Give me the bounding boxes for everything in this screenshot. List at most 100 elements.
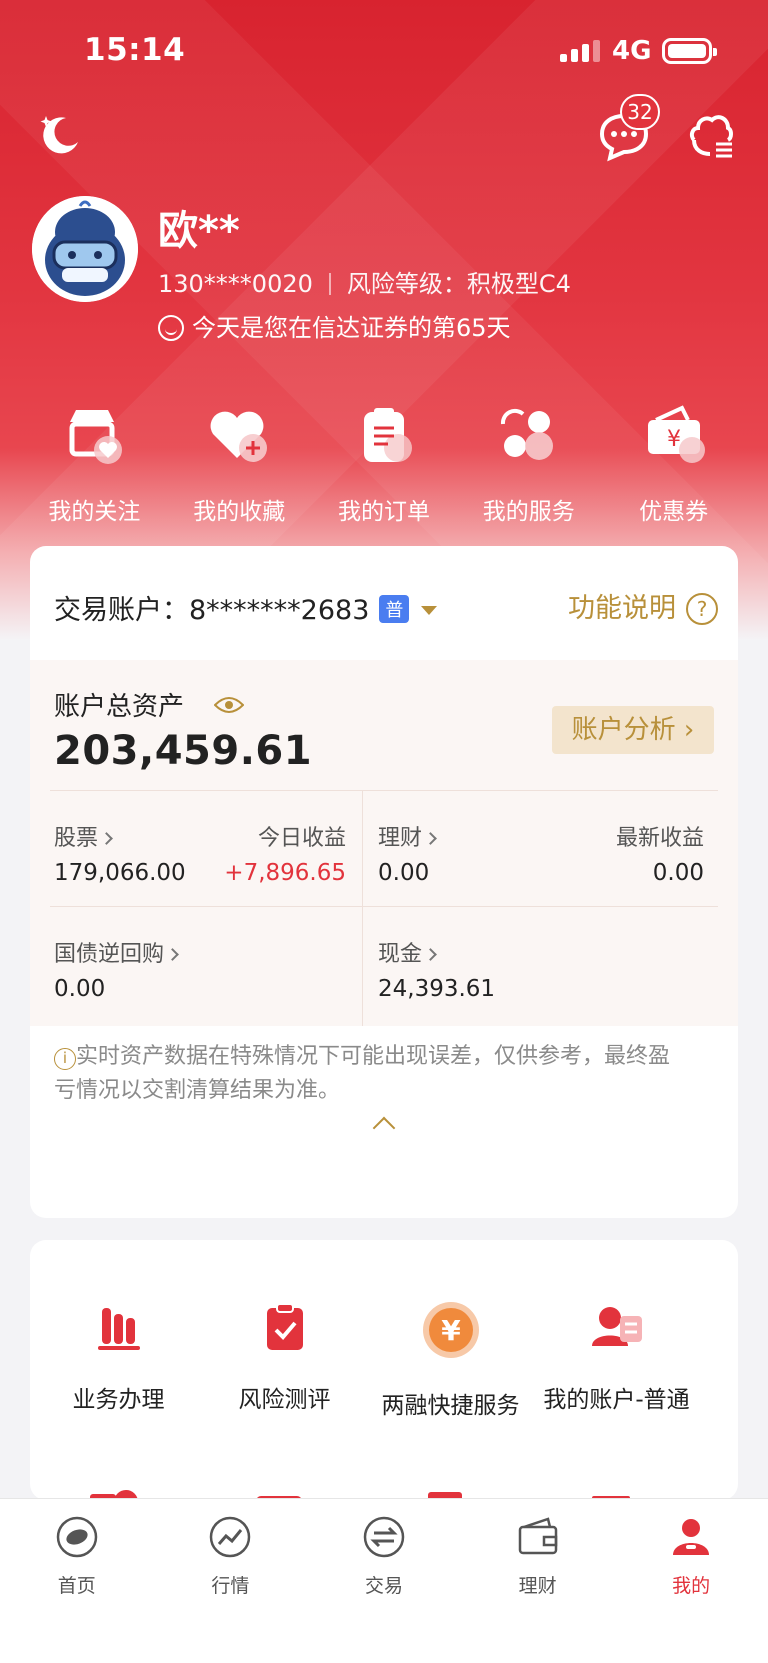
collapse-chevron-up-icon[interactable] <box>372 1116 396 1140</box>
latest-profit-value: 0.00 <box>652 860 704 886</box>
tab-profile[interactable]: 我的 <box>614 1499 768 1663</box>
service-label: 两融快捷服务 <box>381 1393 520 1419</box>
latest-profit-label: 最新收益 <box>615 826 704 851</box>
watchlist-icon <box>69 410 123 464</box>
status-time: 15:14 <box>84 32 186 68</box>
wallet-icon <box>518 1517 557 1555</box>
tab-market[interactable]: 行情 <box>154 1499 308 1663</box>
quick-action-label: 优惠券 <box>639 499 709 525</box>
tab-label: 理财 <box>518 1575 557 1597</box>
quick-action-coupon[interactable]: ¥ 优惠券 <box>601 404 746 525</box>
trading-account[interactable]: 交易账户：8*******2683 普 <box>54 588 438 627</box>
service-icon-partial <box>86 1478 140 1500</box>
chevron-right-icon <box>424 832 437 845</box>
tab-label: 首页 <box>57 1575 96 1597</box>
service-margin[interactable]: ¥ 两融快捷服务 <box>362 1300 539 1420</box>
svg-text:¥: ¥ <box>441 1314 461 1347</box>
user-phone: 130****0020 <box>158 270 313 298</box>
quick-action-orders[interactable]: 我的订单 <box>312 404 457 525</box>
divider <box>362 790 363 1026</box>
function-help-label: 功能说明 <box>568 593 676 624</box>
service-label: 我的账户-普通 <box>543 1387 690 1413</box>
night-mode-icon[interactable] <box>36 112 82 158</box>
signal-icon <box>560 40 602 62</box>
services-card: 业务办理 风险测评 ¥ 两融快捷服务 我的账户-普通 <box>30 1240 738 1500</box>
chevron-right-icon <box>166 948 179 961</box>
network-type: 4G <box>612 36 652 66</box>
repo-label: 国债逆回购 <box>54 942 165 967</box>
service-icon-partial <box>418 1478 472 1500</box>
account-label: 交易账户： <box>54 595 189 626</box>
service-risk-assessment[interactable]: 风险测评 <box>196 1300 373 1414</box>
wealth-link[interactable]: 理财 <box>378 820 437 852</box>
service-icon-partial <box>252 1478 306 1500</box>
service-label: 风险测评 <box>238 1387 331 1413</box>
today-profit-value: +7,896.65 <box>224 860 346 886</box>
divider <box>50 906 718 907</box>
service-label: 业务办理 <box>72 1387 165 1413</box>
eye-icon[interactable] <box>214 696 244 714</box>
account-type-badge: 普 <box>379 595 410 623</box>
member-days: 今天是您在信达证券的第65天 <box>158 308 511 343</box>
tab-label: 行情 <box>211 1575 250 1597</box>
info-icon: i <box>54 1048 76 1070</box>
quick-action-label: 我的收藏 <box>193 499 286 525</box>
svg-text:¥: ¥ <box>667 427 681 452</box>
quick-action-favorites[interactable]: 我的收藏 <box>167 404 312 525</box>
margin-service-icon: ¥ <box>422 1302 479 1358</box>
smile-icon <box>158 315 184 341</box>
profile-icon <box>673 1519 710 1555</box>
total-assets-value: 203,459.61 <box>54 728 313 774</box>
status-bar: 15:14 4G <box>0 30 768 70</box>
disclaimer-text: 实时资产数据在特殊情况下可能出现误差，仅供参考，最终盈亏情况以交割清算结果为准。 <box>54 1044 671 1103</box>
tab-trade[interactable]: 交易 <box>307 1499 461 1663</box>
repo-value: 0.00 <box>54 976 106 1002</box>
quick-action-services[interactable]: 我的服务 <box>456 404 601 525</box>
orders-icon <box>363 408 412 462</box>
account-card: 交易账户：8*******2683 普 功能说明? 账户总资产 203,459.6… <box>30 546 738 1218</box>
question-icon: ? <box>686 593 718 625</box>
service-business[interactable]: 业务办理 <box>30 1300 207 1414</box>
risk-assessment-icon <box>266 1303 303 1350</box>
account-dropdown-icon[interactable] <box>421 606 438 615</box>
tab-label: 我的 <box>672 1575 711 1597</box>
message-count-badge: 32 <box>620 94 660 130</box>
tab-label: 交易 <box>364 1575 403 1597</box>
function-help-link[interactable]: 功能说明? <box>568 586 718 625</box>
disclaimer-note: i 实时资产数据在特殊情况下可能出现误差，仅供参考，最终盈亏情况以交割清算结果为准… <box>54 1040 682 1108</box>
customer-service-icon[interactable] <box>686 112 736 160</box>
wealth-value: 0.00 <box>378 860 430 886</box>
today-profit-label: 今日收益 <box>257 826 346 851</box>
cash-link[interactable]: 现金 <box>378 936 437 968</box>
account-analysis-button[interactable]: 账户分析 › <box>552 706 714 754</box>
avatar[interactable] <box>32 196 138 302</box>
services-icon <box>500 408 553 460</box>
risk-level: 风险等级：积极型C4 <box>346 270 571 298</box>
quick-actions: 我的关注 我的收藏 我的订单 我的服务 ¥ 优惠券 <box>22 404 746 525</box>
favorites-icon <box>210 411 268 462</box>
service-my-account[interactable]: 我的账户-普通 <box>528 1300 705 1414</box>
trade-icon <box>363 1516 405 1558</box>
quick-action-label: 我的订单 <box>337 499 430 525</box>
tab-wealth[interactable]: 理财 <box>461 1499 615 1663</box>
coupon-icon: ¥ <box>647 405 705 463</box>
tab-home[interactable]: 首页 <box>0 1499 154 1663</box>
wealth-label: 理财 <box>378 826 423 851</box>
member-days-text: 今天是您在信达证券的第65天 <box>192 314 511 342</box>
quick-action-watchlist[interactable]: 我的关注 <box>22 404 167 525</box>
stock-value: 179,066.00 <box>54 860 186 886</box>
quick-action-label: 我的关注 <box>48 499 141 525</box>
home-icon <box>56 1516 98 1558</box>
assets-panel: 账户总资产 203,459.61 账户分析 › 股票 今日收益 179,066.… <box>30 660 738 1026</box>
bottom-tab-bar: 首页 行情 交易 理财 我的 <box>0 1498 768 1663</box>
my-account-icon <box>591 1307 642 1346</box>
repo-link[interactable]: 国债逆回购 <box>54 936 179 968</box>
account-number: 8*******2683 <box>189 595 370 626</box>
stock-link[interactable]: 股票 <box>54 820 113 852</box>
cash-value: 24,393.61 <box>378 976 496 1002</box>
cash-label: 现金 <box>378 942 423 967</box>
business-icon <box>97 1308 140 1350</box>
market-icon <box>210 1516 251 1558</box>
divider <box>50 790 718 791</box>
quick-action-label: 我的服务 <box>482 499 575 525</box>
